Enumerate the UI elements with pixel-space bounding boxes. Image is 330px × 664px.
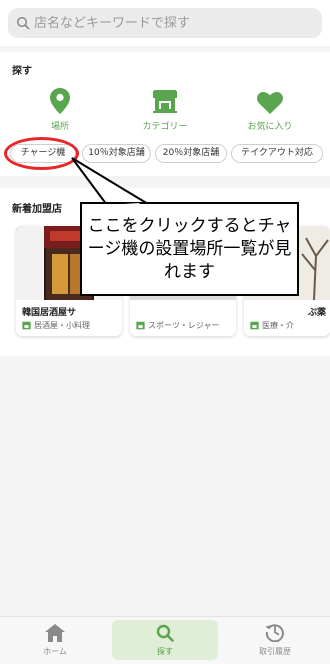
callout-pointer	[71, 157, 150, 230]
callout-text: ここをクリックするとチャージ機の設置場所一覧が見れます	[87, 215, 292, 282]
callout-box: ここをクリックするとチャージ機の設置場所一覧が見れます	[80, 202, 299, 296]
